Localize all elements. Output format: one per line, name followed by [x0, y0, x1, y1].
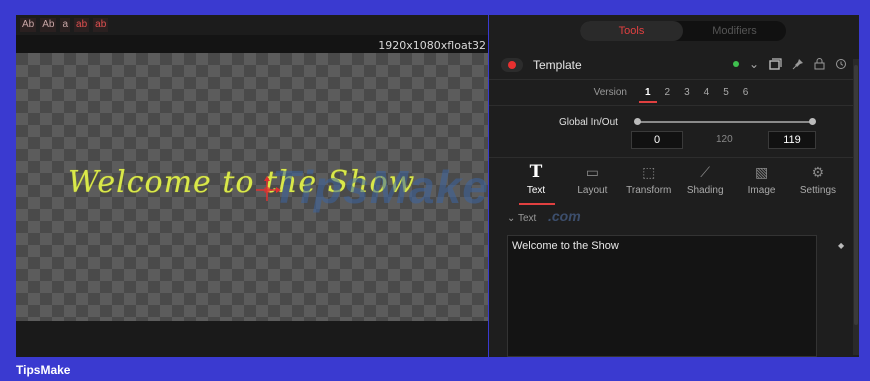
versions-icon[interactable]: [769, 58, 782, 70]
tab-label: Image: [747, 185, 776, 196]
toolbar-button[interactable]: a: [60, 18, 71, 32]
tab-transform[interactable]: ⬚ Transform: [622, 163, 676, 201]
global-in-field[interactable]: 0: [631, 131, 683, 149]
keyframe-diamond-icon[interactable]: ◆: [838, 241, 844, 250]
tool-header: Template ⌄: [489, 51, 853, 80]
pin-icon[interactable]: [792, 58, 804, 70]
tab-label: Shading: [686, 185, 724, 196]
viewer-toolbar: Ab Ab a ab ab: [16, 15, 488, 35]
tab-settings[interactable]: ⚙ Settings: [791, 163, 845, 201]
status-dot-icon[interactable]: [732, 61, 739, 67]
header-icons: ⌄: [732, 57, 847, 71]
toolbar-button[interactable]: ab: [93, 18, 109, 32]
global-mid-value: 120: [716, 134, 733, 145]
transform-icon: ⬚: [642, 164, 656, 180]
chevron-down-icon[interactable]: ⌄: [749, 57, 759, 71]
version-5[interactable]: 5: [723, 87, 729, 98]
inspector-tabs: Tools Modifiers: [580, 21, 786, 41]
version-row: Version 1 2 3 4 5 6: [489, 79, 853, 106]
tab-label: Settings: [799, 185, 837, 196]
viewer-bottom-bar: [16, 321, 488, 357]
resolution-label: 1920x1080xfloat32: [378, 39, 486, 52]
frame: Ab Ab a ab ab 1920x1080xfloat32 Welcome …: [0, 0, 870, 381]
toolbar-button[interactable]: Ab: [20, 18, 37, 32]
version-label: Version: [593, 86, 627, 98]
text-icon: T: [529, 162, 543, 182]
slider-knob-out[interactable]: [809, 118, 816, 125]
tab-tools[interactable]: Tools: [580, 21, 683, 41]
inspector-panel: Tools Modifiers Template ⌄ Version 1 2 3…: [489, 15, 859, 357]
version-2[interactable]: 2: [665, 87, 671, 98]
global-out-field[interactable]: 119: [768, 131, 816, 149]
chevron-down-icon: ⌄: [507, 213, 516, 224]
global-in-out-label: Global In/Out: [559, 117, 618, 128]
active-tab-underline: [519, 203, 555, 205]
tab-modifiers[interactable]: Modifiers: [683, 21, 786, 41]
settings-icon: ⚙: [811, 164, 825, 180]
version-3[interactable]: 3: [684, 87, 690, 98]
global-in-out: Global In/Out 0 120 119: [489, 107, 853, 158]
image-icon: ▧: [754, 164, 769, 180]
watermark-logo: TipsMake: [272, 161, 489, 213]
global-range-slider[interactable]: [634, 118, 816, 125]
text-section-header[interactable]: ⌄ Text: [507, 213, 536, 224]
toolbar-button[interactable]: ab: [74, 18, 90, 32]
tab-label: Text: [526, 185, 546, 196]
lock-icon[interactable]: [814, 58, 825, 70]
tool-enable-toggle[interactable]: [501, 58, 523, 72]
tab-layout[interactable]: ▭ Layout: [565, 163, 619, 201]
watermark-logo-sub: .com: [548, 208, 581, 224]
version-6[interactable]: 6: [743, 87, 749, 98]
version-4[interactable]: 4: [704, 87, 710, 98]
tab-label: Layout: [577, 185, 608, 196]
tab-image[interactable]: ▧ Image: [735, 163, 789, 201]
toolbar-button[interactable]: Ab: [40, 18, 57, 32]
styled-text-input[interactable]: Welcome to the Show: [507, 235, 817, 357]
tool-name: Template: [533, 58, 582, 72]
tab-label: Transform: [626, 185, 672, 196]
slider-knob-in[interactable]: [634, 118, 641, 125]
reset-icon[interactable]: [835, 58, 847, 70]
footer-brand: TipsMake: [16, 363, 71, 377]
layout-icon: ▭: [585, 164, 599, 180]
tab-shading[interactable]: ⟋ Shading: [678, 163, 732, 201]
version-1[interactable]: 1: [639, 87, 656, 103]
shading-icon: ⟋: [700, 164, 711, 180]
tool-tabs: T Text ▭ Layout ⬚ Transform ⟋ Shading ▧ …: [509, 163, 845, 201]
tab-text[interactable]: T Text: [509, 163, 563, 201]
inspector-scrollbar[interactable]: [853, 59, 859, 355]
section-label: Text: [518, 213, 537, 224]
